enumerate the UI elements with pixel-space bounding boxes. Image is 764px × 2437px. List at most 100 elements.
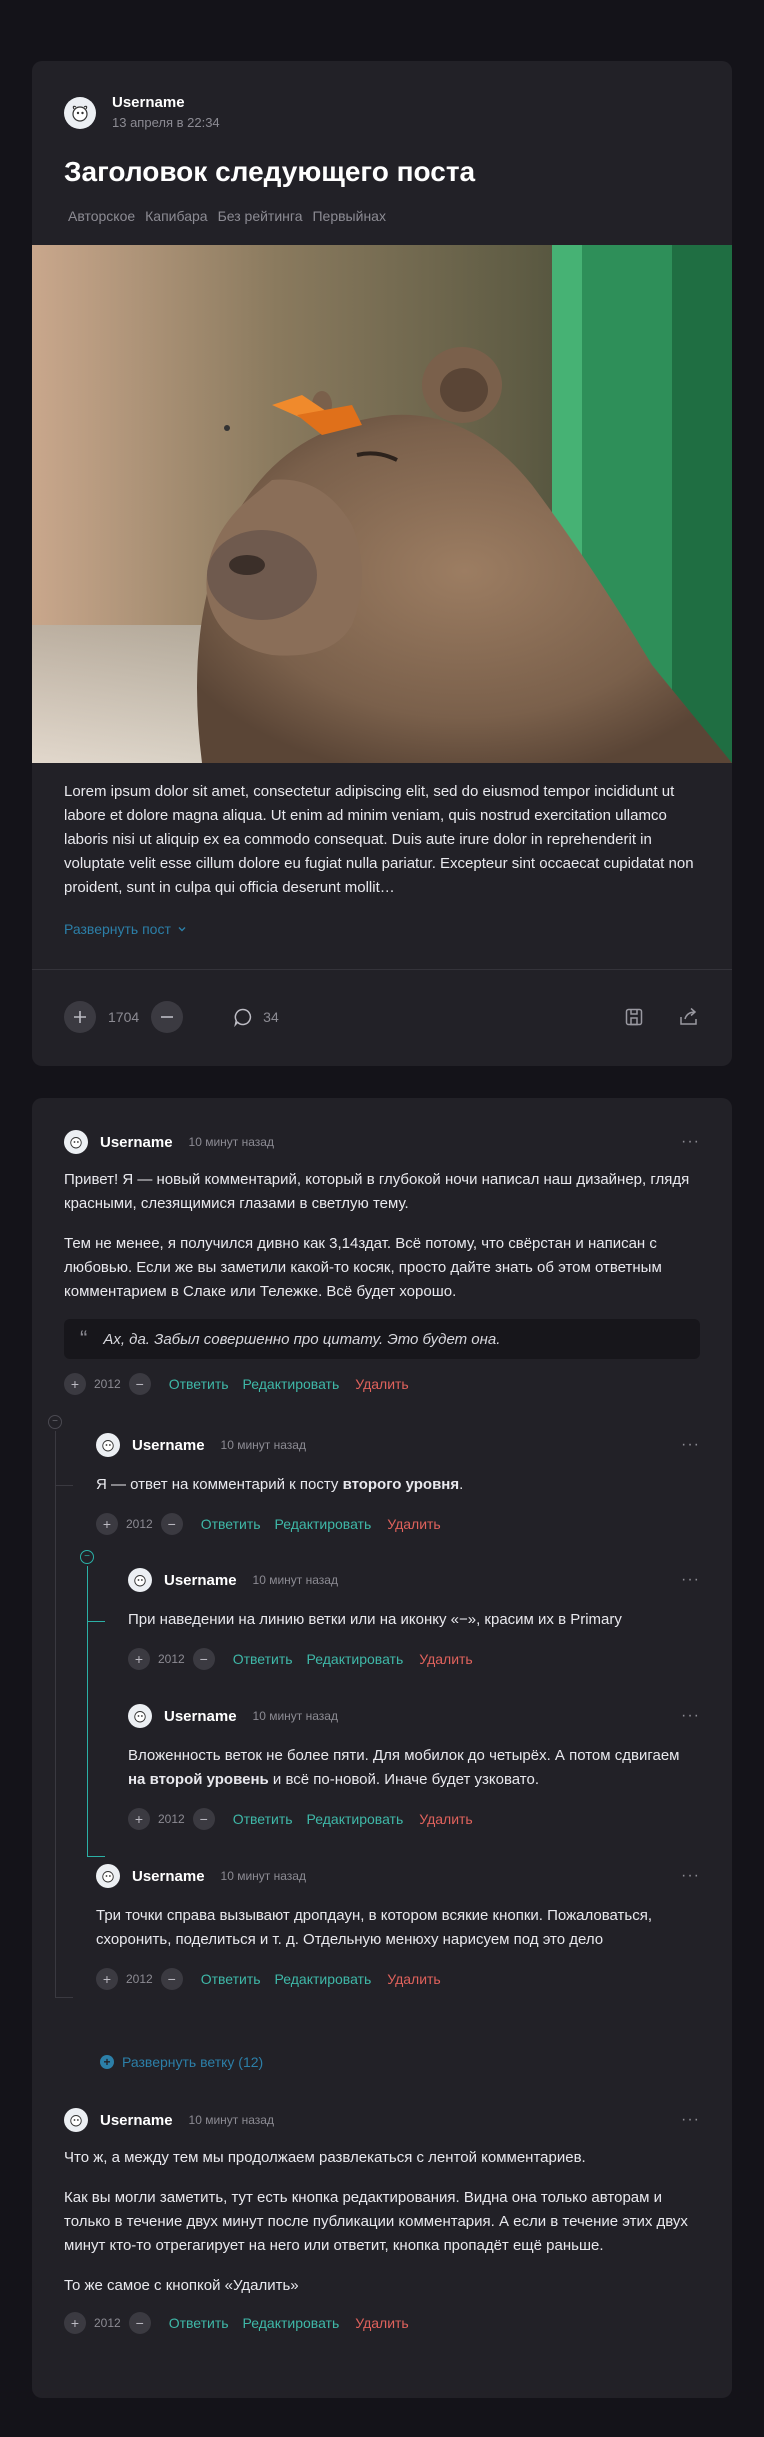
tag[interactable]: Без рейтинга — [218, 208, 303, 224]
delete-button[interactable]: Удалить — [355, 1376, 408, 1392]
edit-button[interactable]: Редактировать — [243, 1376, 340, 1392]
downvote-button[interactable]: − — [160, 1513, 183, 1535]
upvote-button[interactable]: + — [128, 1648, 150, 1670]
comment-author[interactable]: Username — [132, 1868, 205, 1885]
reply-button[interactable]: Ответить — [201, 1971, 261, 1987]
share-icon[interactable] — [678, 1007, 700, 1027]
comment-text-part: Вложенность веток не более пяти. Для моб… — [128, 1747, 680, 1764]
avatar-glyph-icon — [102, 1871, 114, 1883]
comment-paragraph: Что ж, а между тем мы продолжаем развлек… — [64, 2149, 586, 2166]
expand-branch-label: Развернуть ветку (12) — [122, 2054, 264, 2070]
expand-post-label: Развернуть пост — [64, 921, 171, 937]
reply-button[interactable]: Ответить — [169, 1376, 229, 1392]
avatar[interactable] — [64, 2108, 88, 2132]
tag[interactable]: Авторское — [68, 208, 135, 224]
delete-button[interactable]: Удалить — [419, 1651, 472, 1667]
avatar[interactable] — [128, 1568, 152, 1592]
quote-text: Ах, да. Забыл совершенно про цитату. Это… — [103, 1330, 501, 1348]
expand-post-button[interactable]: Развернуть пост — [64, 921, 187, 937]
post-title[interactable]: Заголовок следующего поста — [64, 156, 475, 188]
comment-author[interactable]: Username — [164, 1708, 237, 1725]
edit-button[interactable]: Редактировать — [307, 1651, 404, 1667]
thread-collapse-icon[interactable]: − — [80, 1550, 94, 1564]
thread-line[interactable] — [54, 1431, 56, 1997]
thread-collapse-icon[interactable]: − — [48, 1415, 62, 1429]
comment-author[interactable]: Username — [100, 1134, 173, 1151]
more-options-icon[interactable]: ··· — [681, 1436, 700, 1454]
comment-bubble-icon — [234, 1008, 252, 1027]
upvote-button[interactable]: + — [128, 1808, 150, 1830]
avatar[interactable] — [96, 1864, 120, 1888]
comment-author[interactable]: Username — [132, 1437, 205, 1454]
comment-level-3: Username 10 минут назад ··· При наведени… — [128, 1568, 700, 1670]
post-tags: Авторское Капибара Без рейтинга Первыйна… — [68, 208, 386, 224]
more-options-icon[interactable]: ··· — [681, 1571, 700, 1589]
post-author[interactable]: Username — [112, 93, 220, 113]
downvote-button[interactable]: − — [128, 2312, 151, 2334]
comment-actions: + 2012 − Ответить Редактировать Удалить — [96, 1968, 700, 1990]
minus-icon — [161, 1016, 174, 1018]
thread-line[interactable] — [86, 1566, 88, 1856]
downvote-button[interactable]: − — [160, 1968, 183, 1990]
downvote-button[interactable]: − — [192, 1808, 215, 1830]
reply-button[interactable]: Ответить — [233, 1651, 293, 1667]
comment-text-bold: на второй уровень — [128, 1771, 269, 1788]
avatar[interactable] — [128, 1704, 152, 1728]
comments-count: 34 — [263, 1009, 279, 1025]
avatar[interactable] — [64, 97, 96, 129]
avatar[interactable] — [96, 1433, 120, 1457]
comment-time: 10 минут назад — [252, 1709, 338, 1723]
comment-author[interactable]: Username — [100, 2112, 173, 2129]
post-header: Username 13 апреля в 22:34 — [64, 93, 220, 133]
delete-button[interactable]: Удалить — [355, 2315, 408, 2331]
edit-button[interactable]: Редактировать — [243, 2315, 340, 2331]
comment-text: Что ж, а между тем мы продолжаем развлек… — [64, 2146, 700, 2298]
delete-button[interactable]: Удалить — [387, 1971, 440, 1987]
more-options-icon[interactable]: ··· — [681, 1707, 700, 1725]
reply-button[interactable]: Ответить — [201, 1516, 261, 1532]
expand-branch-button[interactable]: + Развернуть ветку (12) — [100, 2054, 263, 2070]
comment-header: Username 10 минут назад ··· — [96, 1864, 700, 1888]
comment: Username 10 минут назад ··· Что ж, а меж… — [64, 2108, 700, 2334]
upvote-button[interactable]: + — [96, 1968, 118, 1990]
comment-text: Привет! Я — новый комментарий, который в… — [64, 1168, 700, 1304]
avatar[interactable] — [64, 1130, 88, 1154]
comment-level-2: Username 10 минут назад ··· Я — ответ на… — [96, 1433, 700, 1535]
delete-button[interactable]: Удалить — [419, 1811, 472, 1827]
more-options-icon[interactable]: ··· — [681, 1133, 700, 1151]
comment-actions: + 2012 − Ответить Редактировать Удалить — [64, 2312, 700, 2334]
comments-card: − − Username 10 минут назад ··· Привет! … — [32, 1098, 732, 2398]
delete-button[interactable]: Удалить — [387, 1516, 440, 1532]
edit-button[interactable]: Редактировать — [275, 1971, 372, 1987]
post-image-capybara[interactable] — [32, 245, 732, 763]
comment-author[interactable]: Username — [164, 1572, 237, 1589]
downvote-button[interactable]: − — [192, 1648, 215, 1670]
comment-paragraph: То же самое с кнопкой «Удалить» — [64, 2277, 299, 2294]
edit-button[interactable]: Редактировать — [307, 1811, 404, 1827]
edit-button[interactable]: Редактировать — [275, 1516, 372, 1532]
downvote-button[interactable] — [151, 1001, 184, 1033]
upvote-button[interactable]: + — [64, 2312, 86, 2334]
comment-paragraph: Тем не менее, я получился дивно как 3,14… — [64, 1235, 662, 1300]
save-icon[interactable] — [624, 1007, 644, 1027]
divider — [32, 969, 732, 970]
comment-rating: 2012 — [94, 1377, 121, 1391]
comments-link[interactable]: 34 — [233, 1007, 279, 1027]
upvote-button[interactable]: + — [96, 1513, 118, 1535]
tag[interactable]: Капибара — [145, 208, 207, 224]
upvote-button[interactable]: + — [64, 1373, 86, 1395]
comment-text: Я — ответ на комментарий к посту второго… — [96, 1473, 700, 1497]
more-options-icon[interactable]: ··· — [681, 2111, 700, 2129]
downvote-button[interactable]: − — [128, 1373, 151, 1395]
reply-button[interactable]: Ответить — [233, 1811, 293, 1827]
comment-text: Вложенность веток не более пяти. Для моб… — [128, 1744, 700, 1792]
comment-rating: 2012 — [126, 1517, 153, 1531]
comment-rating: 2012 — [158, 1652, 185, 1666]
upvote-button[interactable] — [64, 1001, 96, 1033]
post-tools — [624, 1007, 700, 1027]
post-date: 13 апреля в 22:34 — [112, 115, 220, 130]
more-options-icon[interactable]: ··· — [681, 1867, 700, 1885]
comment-time: 10 минут назад — [252, 1573, 338, 1587]
reply-button[interactable]: Ответить — [169, 2315, 229, 2331]
tag[interactable]: Первыйнах — [312, 208, 385, 224]
